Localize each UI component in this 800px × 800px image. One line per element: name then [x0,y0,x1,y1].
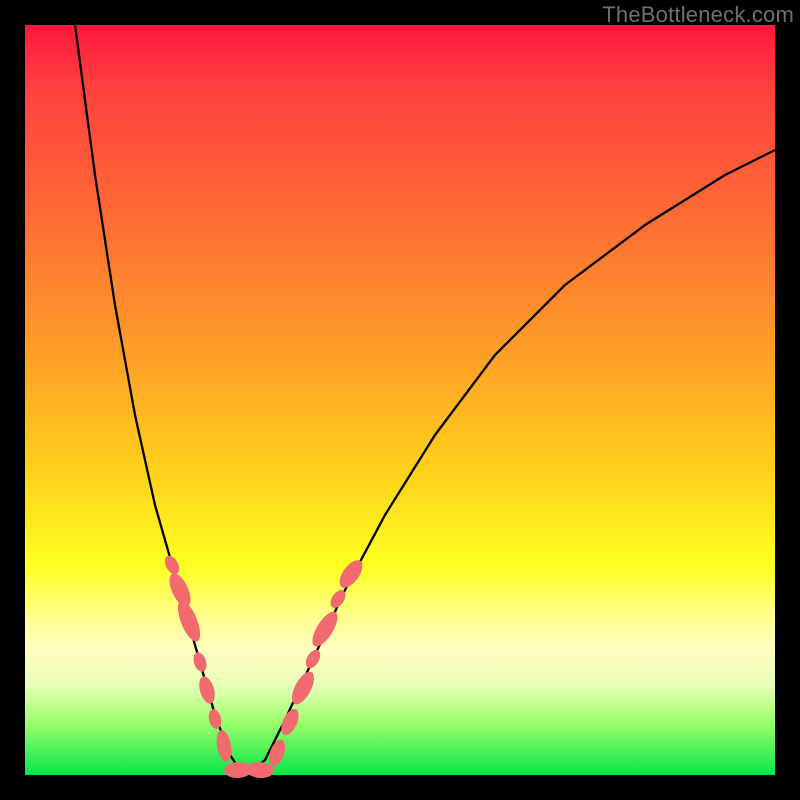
curve-marker [308,608,343,650]
curve-layer [25,25,775,775]
curve-marker [278,706,303,737]
curve-marker [196,675,217,706]
marker-layer [162,553,367,779]
curve-marker [207,708,223,730]
curve-marker [191,651,209,674]
curve-marker [303,647,323,670]
curve-left-branch [75,25,250,772]
curve-marker [287,668,318,707]
curve-marker [335,556,367,591]
curve-marker [162,553,182,576]
chart-stage: TheBottleneck.com [0,0,800,800]
plot-area [25,25,775,775]
curve-right-branch [250,150,775,772]
